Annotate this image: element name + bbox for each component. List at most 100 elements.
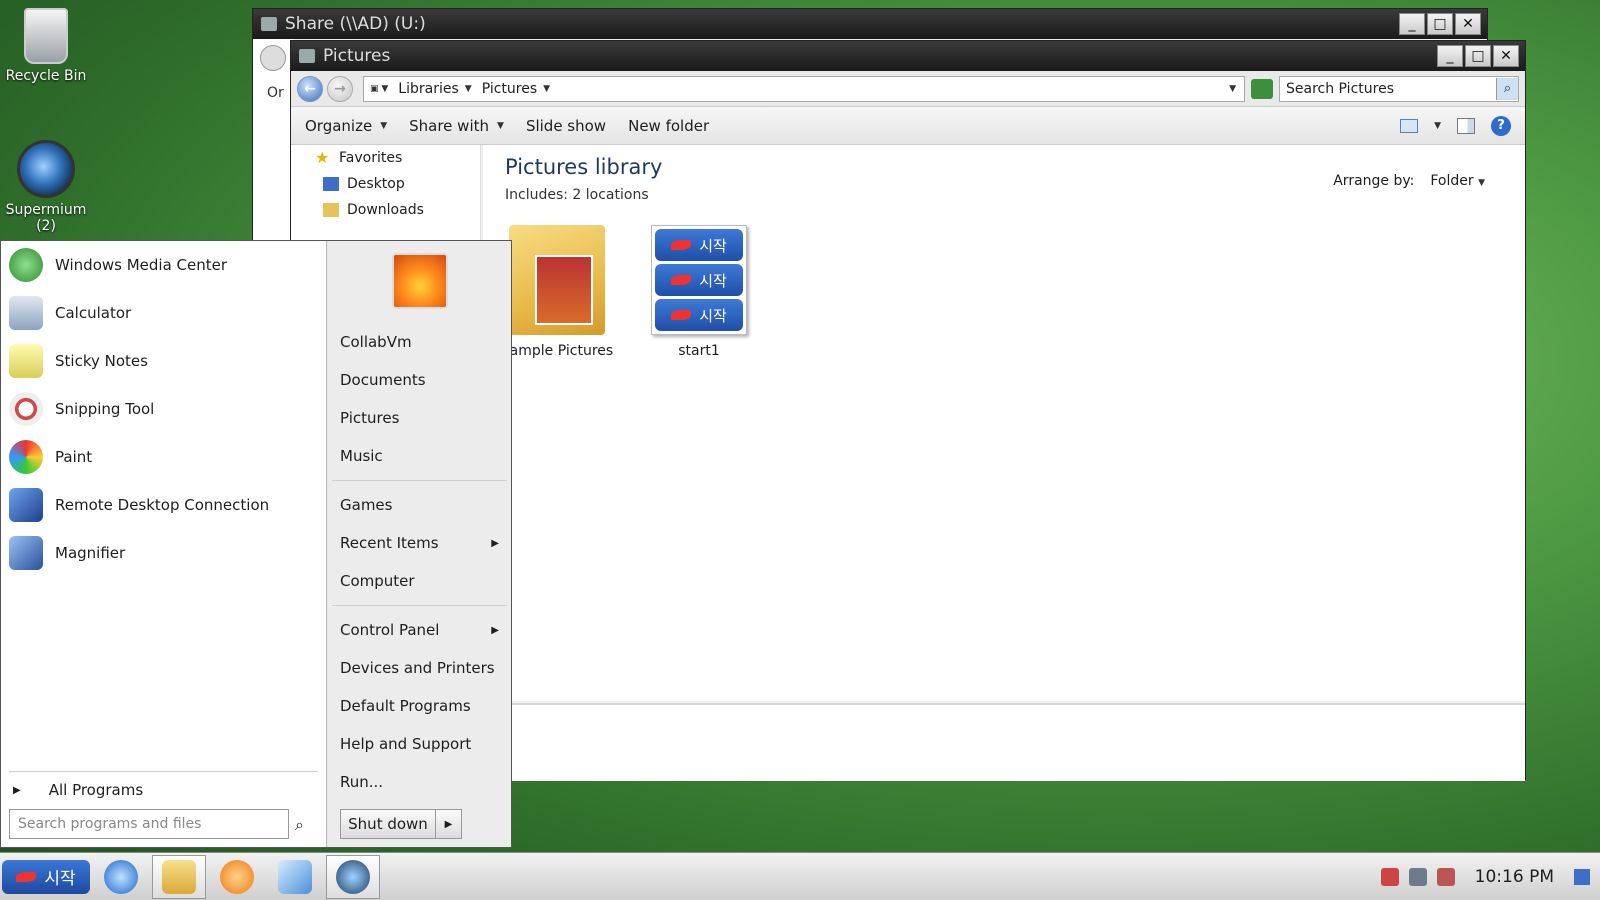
share-title: Share (\\AD) (U:) <box>285 14 426 34</box>
chevron-right-icon: ▶ <box>491 624 499 636</box>
start-chip: 시작 <box>655 229 743 261</box>
start-search-input[interactable]: Search programs and files <box>9 809 289 839</box>
organize-partial[interactable]: Or <box>253 77 293 109</box>
link-documents[interactable]: Documents <box>328 361 511 399</box>
link-run[interactable]: Run... <box>328 763 511 801</box>
link-pictures[interactable]: Pictures <box>328 399 511 437</box>
user-picture[interactable] <box>391 253 448 309</box>
link-control-panel[interactable]: Control Panel ▶ <box>328 611 511 649</box>
breadcrumb-pictures[interactable]: Pictures ▼ <box>482 81 550 97</box>
back-button[interactable]: ← <box>297 75 323 102</box>
preview-pane-icon[interactable] <box>1457 117 1475 134</box>
nav-desktop[interactable]: Desktop <box>291 171 480 197</box>
all-programs-button[interactable]: ▶ All Programs <box>13 781 143 799</box>
program-calculator[interactable]: Calculator <box>1 289 326 337</box>
slide-show-button[interactable]: Slide show <box>526 117 606 135</box>
link-devices-printers[interactable]: Devices and Printers <box>328 649 511 687</box>
link-computer[interactable]: Computer <box>328 562 511 600</box>
minimize-button[interactable]: _ <box>1399 13 1425 35</box>
view-dropdown-icon[interactable]: ▼ <box>1434 121 1441 131</box>
taskbar-supermium[interactable] <box>326 854 380 899</box>
file-item-sample-pictures[interactable]: Sample Pictures <box>497 225 617 359</box>
address-dropdown-icon[interactable]: ▼ <box>1229 84 1236 94</box>
maximize-button[interactable]: □ <box>1465 45 1491 67</box>
internet-explorer-icon <box>104 859 138 894</box>
media-player-icon <box>220 859 254 894</box>
action-center-icon[interactable] <box>1380 867 1399 886</box>
library-locations-link[interactable]: Includes: 2 locations <box>505 187 649 203</box>
pictures-titlebar[interactable]: Pictures _ □ ✕ <box>291 41 1525 71</box>
link-games[interactable]: Games <box>328 486 511 524</box>
forward-button[interactable]: → <box>327 75 353 102</box>
file-name: start1 <box>678 343 720 359</box>
start-logo-icon <box>16 871 37 882</box>
folder-icon <box>509 225 605 335</box>
shutdown-options-button[interactable]: ▶ <box>436 809 462 839</box>
link-collabvm[interactable]: CollabVm <box>328 323 511 361</box>
share-with-button[interactable]: Share with ▼ <box>409 117 504 135</box>
help-icon[interactable]: ? <box>1491 115 1511 136</box>
pictures-icon <box>299 49 315 63</box>
back-button[interactable] <box>260 45 286 71</box>
link-default-programs[interactable]: Default Programs <box>328 687 511 725</box>
clock[interactable]: 10:16 PM <box>1475 867 1554 887</box>
new-folder-button[interactable]: New folder <box>628 117 709 135</box>
arrange-by: Arrange by: Folder ▼ <box>1333 173 1485 189</box>
divider <box>9 771 318 772</box>
refresh-button[interactable] <box>1251 78 1273 99</box>
link-help-support[interactable]: Help and Support <box>328 725 511 763</box>
program-remote-desktop[interactable]: Remote Desktop Connection <box>1 481 326 529</box>
taskbar-internet-explorer[interactable] <box>94 855 148 899</box>
close-button[interactable]: ✕ <box>1493 45 1519 67</box>
command-bar: Organize ▼ Share with ▼ Slide show New fol… <box>291 107 1525 145</box>
start-chip: 시작 <box>655 264 743 296</box>
search-icon[interactable]: ⌕ <box>295 815 304 835</box>
taskbar-network-app[interactable] <box>268 855 322 899</box>
file-item-start1[interactable]: 시작 시작 시작 start1 <box>639 225 759 359</box>
maximize-button[interactable]: □ <box>1427 13 1453 35</box>
minimize-button[interactable]: _ <box>1437 45 1463 67</box>
nav-downloads[interactable]: Downloads <box>291 197 480 223</box>
desktop-icon-recycle-bin[interactable]: Recycle Bin <box>0 8 92 84</box>
star-icon: ★ <box>315 148 330 167</box>
program-snipping-tool[interactable]: Snipping Tool <box>1 385 326 433</box>
volume-muted-icon[interactable] <box>1436 867 1455 886</box>
change-view-icon[interactable] <box>1400 118 1419 133</box>
supermium-icon <box>17 140 75 198</box>
file-area[interactable]: Pictures library Includes: 2 locations A… <box>483 145 1525 701</box>
link-recent-items[interactable]: Recent Items ▶ <box>328 524 511 562</box>
details-pane <box>483 703 1525 781</box>
search-input[interactable]: Search Pictures ⌕ <box>1279 75 1519 102</box>
library-title: Pictures library <box>505 155 663 179</box>
chevron-down-icon: ▼ <box>1478 178 1485 188</box>
libraries-icon: ▣ ▼ <box>370 83 389 94</box>
file-name: Sample Pictures <box>500 343 614 359</box>
taskbar-media-player[interactable] <box>210 855 264 899</box>
close-button[interactable]: ✕ <box>1455 13 1481 35</box>
chevron-right-icon: ▶ <box>491 537 499 549</box>
breadcrumb-libraries[interactable]: Libraries ▼ <box>398 81 471 97</box>
organize-button[interactable]: Organize ▼ <box>305 117 387 135</box>
share-titlebar[interactable]: Share (\\AD) (U:) _ □ ✕ <box>253 9 1487 39</box>
show-desktop-button[interactable] <box>1574 868 1590 885</box>
logo-icon <box>671 310 692 320</box>
taskbar-explorer[interactable] <box>152 854 206 899</box>
system-tray: 10:16 PM <box>1380 867 1600 887</box>
program-paint[interactable]: Paint <box>1 433 326 481</box>
desktop-icon-supermium[interactable]: Supermium (2) <box>0 140 92 234</box>
nav-favorites[interactable]: ★ Favorites <box>291 145 480 171</box>
address-field[interactable]: ▣ ▼ Libraries ▼ Pictures ▼ ▼ <box>363 75 1245 102</box>
calculator-icon <box>9 296 43 330</box>
network-icon[interactable] <box>1408 867 1427 886</box>
program-magnifier[interactable]: Magnifier <box>1 529 326 577</box>
supermium-label: Supermium <box>5 202 87 218</box>
logo-icon <box>671 240 692 250</box>
link-music[interactable]: Music <box>328 437 511 475</box>
shutdown-button[interactable]: Shut down <box>340 809 436 839</box>
program-sticky-notes[interactable]: Sticky Notes <box>1 337 326 385</box>
arrange-dropdown[interactable]: Folder ▼ <box>1430 173 1485 189</box>
program-windows-media-center[interactable]: Windows Media Center <box>1 241 326 289</box>
search-icon[interactable]: ⌕ <box>1496 77 1518 100</box>
start-chip: 시작 <box>655 299 743 331</box>
start-button[interactable]: 시작 <box>2 859 90 894</box>
